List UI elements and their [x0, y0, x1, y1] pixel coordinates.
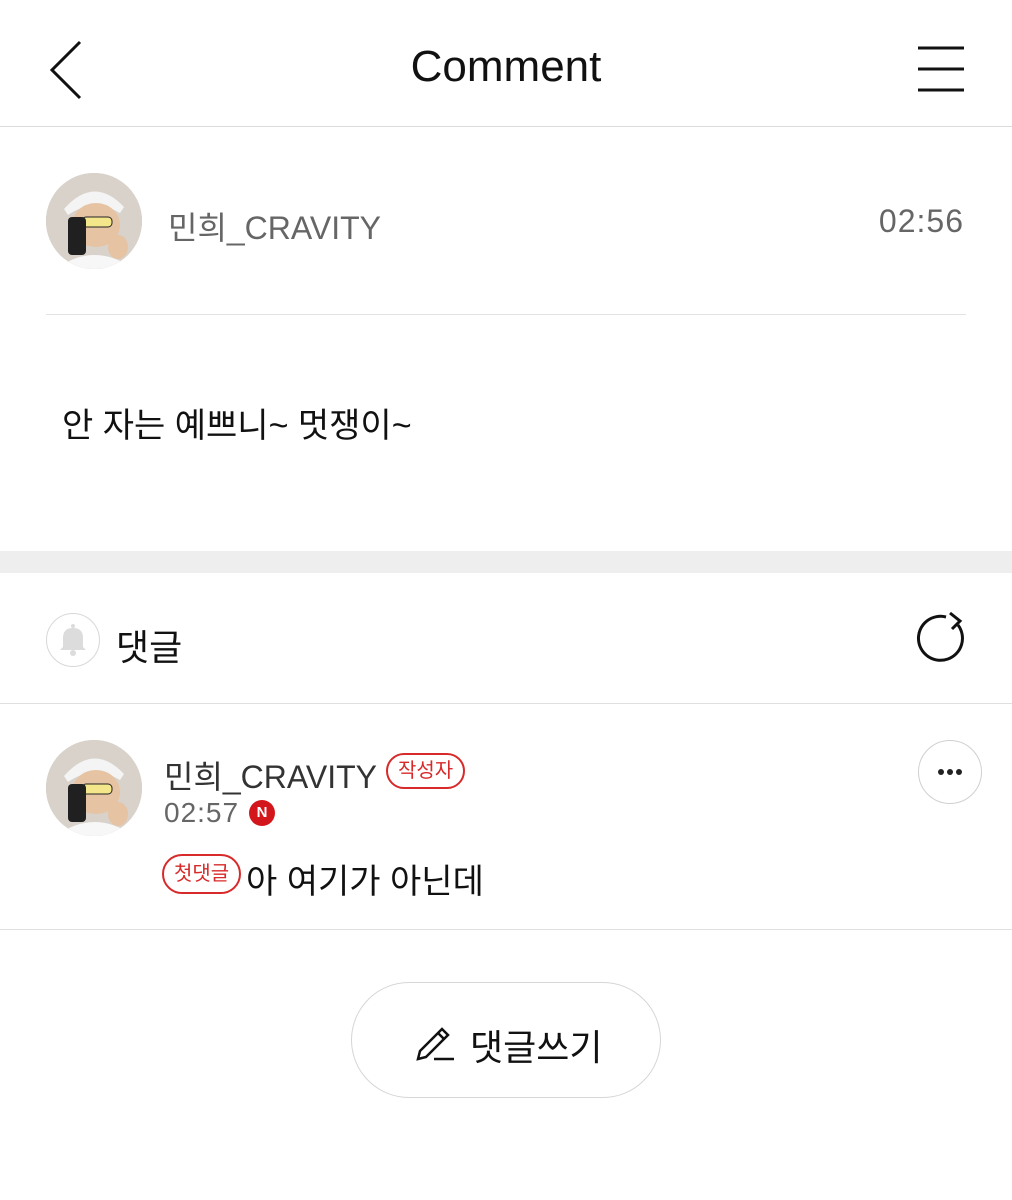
comment-text: 아 여기가 아닌데	[246, 863, 484, 901]
write-comment-label: 댓글쓰기	[470, 1027, 603, 1068]
menu-button[interactable]	[912, 42, 972, 98]
top-bar: Comment	[0, 0, 1012, 127]
more-dots-icon	[938, 769, 962, 775]
post-header: 민희_CRAVITY 02:56	[0, 127, 1012, 315]
write-comment-button[interactable]: 댓글쓰기	[351, 982, 661, 1098]
new-badge-icon: N	[249, 800, 275, 826]
comment-timestamp: 02:57	[164, 797, 240, 828]
section-separator	[0, 551, 1012, 573]
first-comment-badge: 첫댓글	[162, 854, 242, 894]
avatar-image	[46, 173, 142, 269]
post-body-text: 안 자는 예쁘니~ 멋쟁이~	[62, 407, 412, 445]
post-author-name: 민희_CRAVITY	[168, 210, 381, 246]
pencil-icon	[416, 1027, 454, 1061]
comment-author-name: 민희_CRAVITY	[164, 759, 377, 795]
more-options-button[interactable]	[918, 740, 982, 804]
author-badge: 작성자	[386, 753, 466, 789]
comments-section-title: 댓글	[116, 627, 183, 668]
avatar-image	[46, 740, 142, 836]
comments-header: 댓글	[0, 573, 1012, 704]
post-timestamp: 02:56	[878, 203, 964, 239]
avatar[interactable]	[46, 173, 142, 269]
notification-toggle-button[interactable]	[46, 613, 100, 667]
refresh-button[interactable]	[914, 611, 968, 665]
comment-item: 민희_CRAVITY 작성자 02:57 N 첫댓글 아 여기가 아닌데	[0, 704, 1012, 930]
divider	[46, 314, 966, 315]
page-title: Comment	[410, 42, 602, 91]
hamburger-menu-icon	[918, 46, 964, 92]
avatar[interactable]	[46, 740, 142, 836]
bell-icon	[60, 624, 86, 656]
refresh-icon	[917, 611, 964, 662]
